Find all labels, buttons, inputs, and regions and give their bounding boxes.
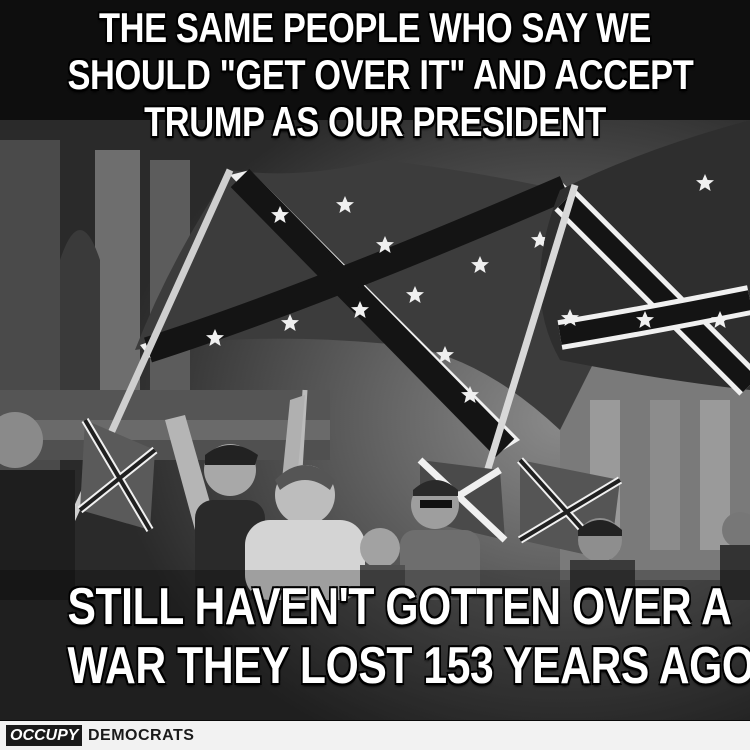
brand-occupy-label: OCCUPY	[6, 725, 83, 746]
top-caption: THE SAME PEOPLE WHO SAY WE SHOULD "GET O…	[67, 4, 694, 145]
meme-image: THE SAME PEOPLE WHO SAY WE SHOULD "GET O…	[0, 0, 750, 750]
caption-line: TRUMP AS OUR PRESIDENT	[144, 98, 606, 145]
bottom-caption: STILL HAVEN'T GOTTEN OVER A WAR THEY LOS…	[67, 578, 750, 696]
caption-line: STILL HAVEN'T GOTTEN OVER A	[67, 578, 732, 636]
caption-line: THE SAME PEOPLE WHO SAY WE	[99, 4, 651, 51]
brand-democrats-label: DEMOCRATS	[88, 727, 195, 744]
caption-line: WAR THEY LOST 153 YEARS AGO	[67, 637, 750, 695]
caption-line: SHOULD "GET OVER IT" AND ACCEPT	[67, 51, 694, 98]
brand-watermark: OCCUPY DEMOCRATS	[0, 721, 750, 750]
